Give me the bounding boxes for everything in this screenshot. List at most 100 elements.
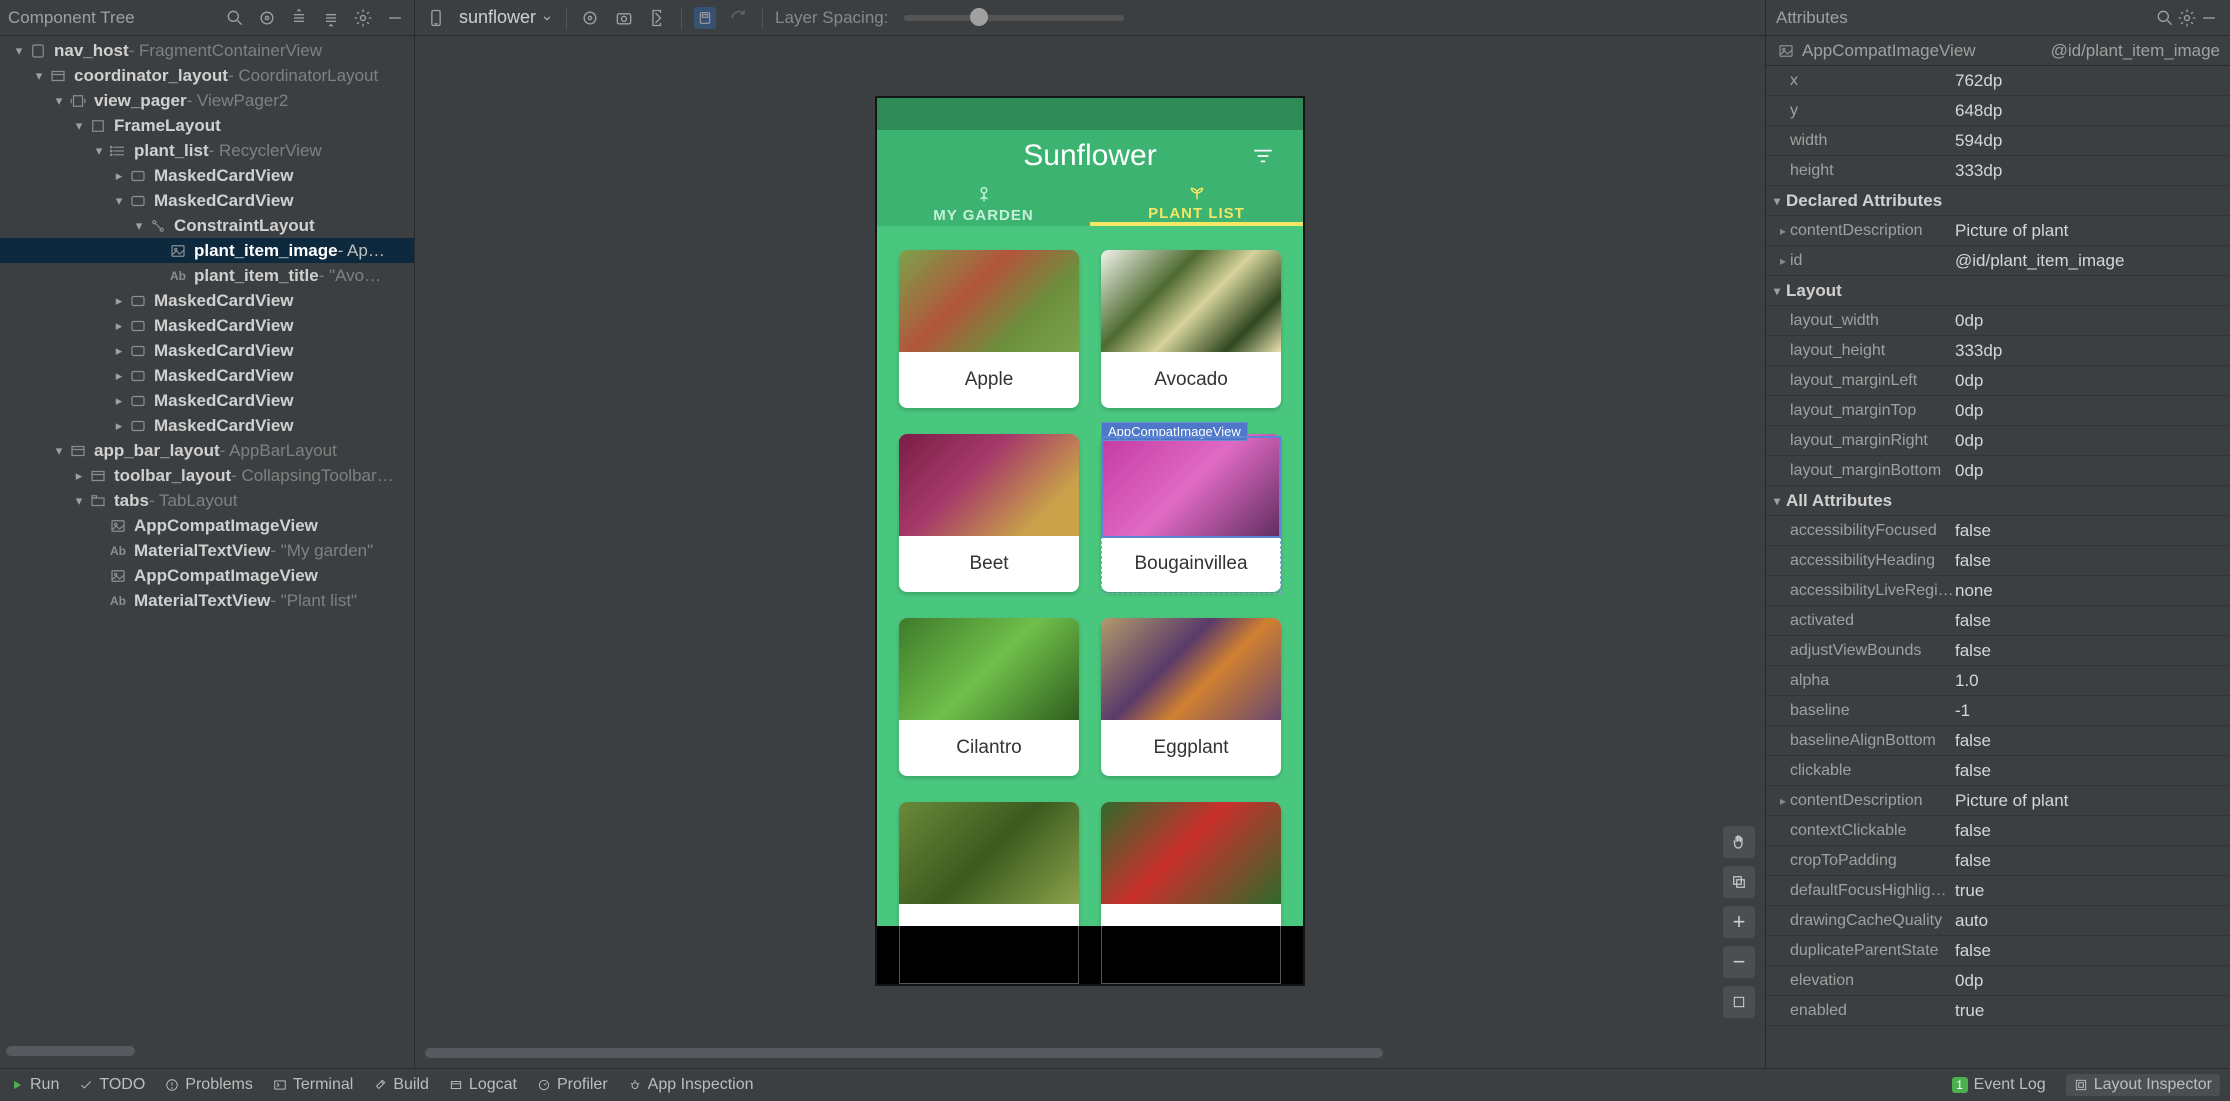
attribute-row[interactable]: activatedfalse [1766, 606, 2230, 636]
view-options-icon[interactable] [579, 7, 601, 29]
attribute-row[interactable]: layout_height333dp [1766, 336, 2230, 366]
tree-expand-toggle[interactable] [70, 489, 88, 513]
attribute-row[interactable]: duplicateParentStatefalse [1766, 936, 2230, 966]
attribute-row[interactable]: alpha1.0 [1766, 666, 2230, 696]
tab-my-garden[interactable]: MY GARDEN [877, 181, 1090, 226]
attribute-expand-toggle[interactable]: ▸ [1776, 794, 1790, 808]
tree-expand-toggle[interactable] [110, 289, 128, 313]
component-tree[interactable]: nav_host - FragmentContainerViewcoordina… [0, 36, 414, 1042]
tree-expand-toggle[interactable] [90, 139, 108, 163]
tree-row[interactable]: MaskedCardView [0, 413, 414, 438]
tree-expand-toggle[interactable] [110, 189, 128, 213]
export-icon[interactable] [647, 7, 669, 29]
attribute-row[interactable]: defaultFocusHighlight…true [1766, 876, 2230, 906]
attribute-row[interactable]: accessibilityFocusedfalse [1766, 516, 2230, 546]
tree-row[interactable]: view_pager - ViewPager2 [0, 88, 414, 113]
tree-row[interactable]: AppCompatImageView [0, 563, 414, 588]
zoom-fit-button[interactable] [1723, 986, 1755, 1018]
attribute-row[interactable]: accessibilityHeadingfalse [1766, 546, 2230, 576]
bottom-item-build[interactable]: Build [373, 1076, 429, 1094]
tree-row[interactable]: MaskedCardView [0, 163, 414, 188]
filter-icon[interactable] [256, 7, 278, 29]
tree-row[interactable]: tabs - TabLayout [0, 488, 414, 513]
plant-card[interactable]: Eggplant [1101, 618, 1281, 776]
tree-expand-toggle[interactable] [30, 64, 48, 88]
tree-row[interactable]: Abplant_item_title - "Avo… [0, 263, 414, 288]
tree-row[interactable]: AbMaterialTextView - "My garden" [0, 538, 414, 563]
bottom-item-profiler[interactable]: Profiler [537, 1076, 608, 1094]
attribute-row[interactable]: height333dp [1766, 156, 2230, 186]
attribute-row[interactable]: layout_marginRight0dp [1766, 426, 2230, 456]
bottom-item-terminal[interactable]: Terminal [273, 1076, 353, 1094]
filter-list-icon[interactable] [1243, 130, 1283, 181]
device-selector[interactable]: sunflower [459, 7, 554, 28]
tree-row[interactable]: AbMaterialTextView - "Plant list" [0, 588, 414, 613]
attribute-row[interactable]: baseline-1 [1766, 696, 2230, 726]
attribute-row[interactable]: drawingCacheQualityauto [1766, 906, 2230, 936]
bottom-item-app-inspection[interactable]: App Inspection [628, 1076, 754, 1094]
attribute-row[interactable]: x762dp [1766, 66, 2230, 96]
bottom-item-logcat[interactable]: Logcat [449, 1076, 517, 1094]
attribute-section-header[interactable]: ▾Layout [1766, 276, 2230, 306]
attribute-row[interactable]: width594dp [1766, 126, 2230, 156]
tree-row[interactable]: FrameLayout [0, 113, 414, 138]
plant-card[interactable]: Cilantro [899, 618, 1079, 776]
layer-spacing-slider[interactable] [904, 15, 1124, 21]
plant-card[interactable]: Beet [899, 434, 1079, 592]
tree-row[interactable]: ConstraintLayout [0, 213, 414, 238]
attribute-expand-toggle[interactable]: ▸ [1776, 254, 1790, 268]
attribute-row[interactable]: clickablefalse [1766, 756, 2230, 786]
tree-expand-toggle[interactable] [50, 439, 68, 463]
expand-all-icon[interactable] [288, 7, 310, 29]
attribute-row[interactable]: ▸contentDescriptionPicture of plant [1766, 786, 2230, 816]
tree-row[interactable]: MaskedCardView [0, 288, 414, 313]
tree-expand-toggle[interactable] [130, 214, 148, 238]
attribute-row[interactable]: elevation0dp [1766, 966, 2230, 996]
tab-plant-list[interactable]: PLANT LIST [1090, 181, 1303, 226]
attribute-row[interactable]: y648dp [1766, 96, 2230, 126]
gear-icon[interactable] [352, 7, 374, 29]
preview-canvas[interactable]: Sunflower MY GARDEN PLANT LIST [415, 36, 1765, 1048]
attribute-row[interactable]: layout_marginBottom0dp [1766, 456, 2230, 486]
bottom-item-event-log[interactable]: 1Event Log [1952, 1076, 2046, 1094]
tree-row[interactable]: AppCompatImageView [0, 513, 414, 538]
tree-expand-toggle[interactable] [70, 464, 88, 488]
minimize-icon[interactable] [384, 7, 406, 29]
refresh-icon[interactable] [728, 7, 750, 29]
stack-view-button[interactable] [1723, 866, 1755, 898]
tree-expand-toggle[interactable] [110, 164, 128, 188]
attribute-section-header[interactable]: ▾All Attributes [1766, 486, 2230, 516]
tree-expand-toggle[interactable] [110, 414, 128, 438]
attribute-expand-toggle[interactable]: ▸ [1776, 224, 1790, 238]
plant-card[interactable] [1101, 802, 1281, 960]
attribute-row[interactable]: accessibilityLiveRegionnone [1766, 576, 2230, 606]
tree-expand-toggle[interactable] [110, 389, 128, 413]
bottom-item-problems[interactable]: Problems [165, 1076, 253, 1094]
tree-expand-toggle[interactable] [110, 314, 128, 338]
attribute-row[interactable]: layout_marginLeft0dp [1766, 366, 2230, 396]
attribute-row[interactable]: layout_marginTop0dp [1766, 396, 2230, 426]
attribute-row[interactable]: layout_width0dp [1766, 306, 2230, 336]
zoom-out-button[interactable]: − [1723, 946, 1755, 978]
attribute-row[interactable]: ▸contentDescriptionPicture of plant [1766, 216, 2230, 246]
preview-horizontal-scrollbar[interactable] [425, 1048, 1755, 1062]
search-icon[interactable] [2154, 7, 2176, 29]
tree-row[interactable]: toolbar_layout - CollapsingToolbar… [0, 463, 414, 488]
tree-expand-toggle[interactable] [50, 89, 68, 113]
tree-horizontal-scrollbar[interactable] [6, 1046, 408, 1060]
plant-card[interactable] [899, 802, 1079, 960]
tree-expand-toggle[interactable] [10, 39, 28, 63]
attribute-section-header[interactable]: ▾Declared Attributes [1766, 186, 2230, 216]
tree-expand-toggle[interactable] [110, 339, 128, 363]
bottom-item-run[interactable]: Run [10, 1076, 59, 1094]
search-icon[interactable] [224, 7, 246, 29]
tree-row[interactable]: coordinator_layout - CoordinatorLayout [0, 63, 414, 88]
attribute-row[interactable]: adjustViewBoundsfalse [1766, 636, 2230, 666]
attributes-body[interactable]: x762dpy648dpwidth594dpheight333dp▾Declar… [1766, 66, 2230, 1068]
collapse-all-icon[interactable] [320, 7, 342, 29]
plant-card[interactable]: Avocado [1101, 250, 1281, 408]
tree-row[interactable]: MaskedCardView [0, 313, 414, 338]
pan-tool-button[interactable] [1723, 826, 1755, 858]
gear-icon[interactable] [2176, 7, 2198, 29]
plant-card[interactable]: Apple [899, 250, 1079, 408]
